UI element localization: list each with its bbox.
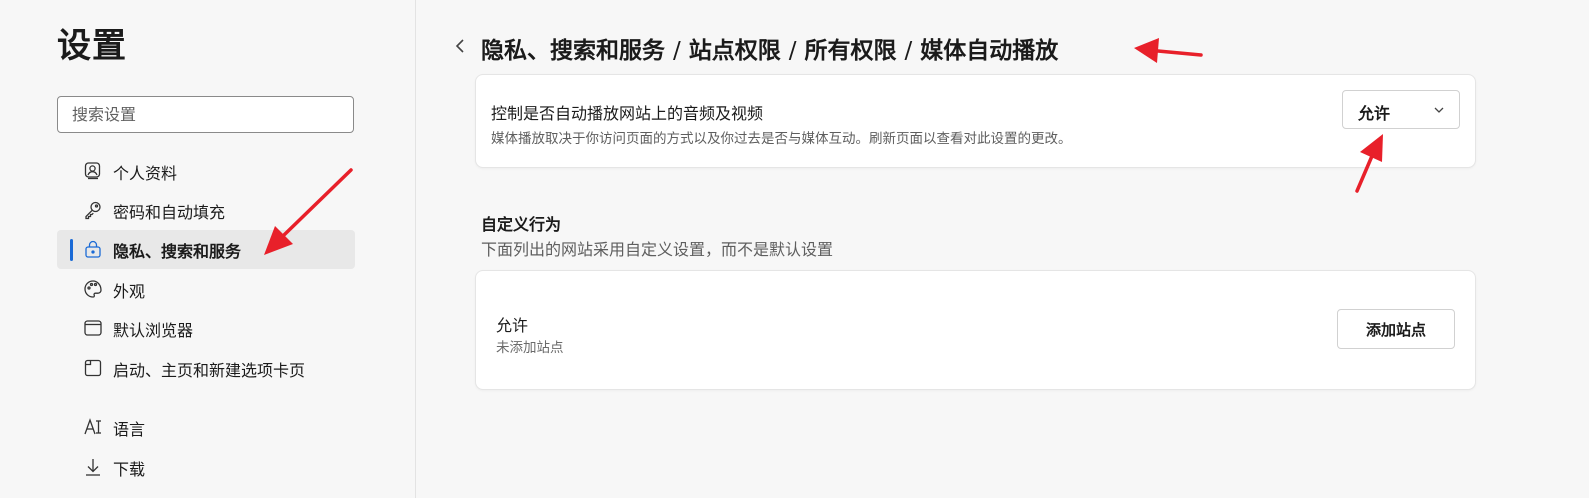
allow-list-title: 允许 xyxy=(496,316,529,335)
active-indicator xyxy=(70,239,73,261)
sidebar-item-privacy[interactable]: 隐私、搜索和服务 xyxy=(57,230,355,269)
download-icon xyxy=(86,459,100,476)
sidebar-item-label: 语言 xyxy=(113,419,146,439)
profile-icon xyxy=(84,162,101,180)
sidebar-item-profile[interactable]: 个人资料 xyxy=(57,152,355,191)
sidebar: 设置 个人资料 密码和自动填充 隐私、搜索和服务 外观 默认浏览器 xyxy=(0,0,416,498)
language-icon xyxy=(84,418,101,435)
search-box[interactable] xyxy=(57,96,354,133)
autoplay-setting-title: 控制是否自动播放网站上的音频及视频 xyxy=(491,104,764,123)
autoplay-setting-card: 控制是否自动播放网站上的音频及视频 媒体播放取决于你访问页面的方式以及你过去是否… xyxy=(475,74,1476,168)
lock-icon xyxy=(85,240,101,258)
breadcrumb: 隐私、搜索和服务 / 站点权限 / 所有权限 / 媒体自动播放 xyxy=(481,31,1058,65)
sidebar-item-label: 外观 xyxy=(113,281,146,301)
chevron-down-icon xyxy=(1434,107,1444,113)
palette-icon xyxy=(84,280,102,298)
sidebar-item-appearance[interactable]: 外观 xyxy=(57,270,355,309)
breadcrumb-item-media-autoplay: 媒体自动播放 xyxy=(920,38,1059,64)
allow-list-empty-text: 未添加站点 xyxy=(496,340,564,356)
breadcrumb-item-site-permissions[interactable]: 站点权限 xyxy=(689,38,781,64)
sidebar-item-label: 下载 xyxy=(113,459,146,479)
search-input[interactable] xyxy=(58,97,353,132)
key-icon xyxy=(85,201,101,220)
sidebar-item-label: 启动、主页和新建选项卡页 xyxy=(113,360,306,380)
autoplay-dropdown[interactable]: 允许 xyxy=(1342,90,1460,129)
sidebar-item-languages[interactable]: 语言 xyxy=(57,408,355,447)
back-arrow-icon[interactable] xyxy=(452,36,468,56)
breadcrumb-separator: / xyxy=(673,38,681,64)
sidebar-item-label: 密码和自动填充 xyxy=(113,202,226,222)
newtab-icon xyxy=(84,359,102,377)
sidebar-item-label: 默认浏览器 xyxy=(113,320,194,340)
settings-title: 设置 xyxy=(57,26,127,66)
sidebar-item-label: 个人资料 xyxy=(113,163,178,183)
browser-icon xyxy=(84,320,102,336)
sidebar-item-startup[interactable]: 启动、主页和新建选项卡页 xyxy=(57,349,355,388)
breadcrumb-separator: / xyxy=(788,38,797,64)
sidebar-item-downloads[interactable]: 下载 xyxy=(57,448,355,487)
autoplay-dropdown-value: 允许 xyxy=(1358,104,1391,123)
annotation-arrow-title xyxy=(1134,38,1203,63)
breadcrumb-separator: / xyxy=(904,38,913,64)
sidebar-item-passwords[interactable]: 密码和自动填充 xyxy=(57,191,355,230)
breadcrumb-item-privacy[interactable]: 隐私、搜索和服务 xyxy=(481,38,665,64)
add-site-button[interactable]: 添加站点 xyxy=(1337,309,1455,349)
breadcrumb-item-all-permissions[interactable]: 所有权限 xyxy=(805,38,897,64)
sidebar-item-default-browser[interactable]: 默认浏览器 xyxy=(57,309,355,348)
allow-list-card: 允许 未添加站点 添加站点 xyxy=(475,270,1476,390)
autoplay-setting-description: 媒体播放取决于你访问页面的方式以及你过去是否与媒体互动。刷新页面以查看对此设置的… xyxy=(491,131,1072,147)
custom-behavior-description: 下面列出的网站采用自定义设置，而不是默认设置 xyxy=(481,240,834,259)
custom-behavior-heading: 自定义行为 xyxy=(481,215,562,234)
sidebar-item-label: 隐私、搜索和服务 xyxy=(113,241,242,261)
